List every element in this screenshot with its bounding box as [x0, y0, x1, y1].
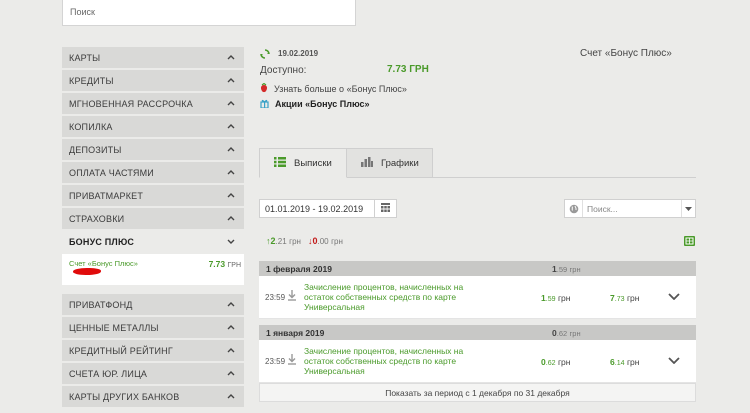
sidebar-item-label: КОПИЛКА: [69, 121, 113, 132]
learn-more-link[interactable]: Узнать больше о «Бонус Плюс»: [260, 82, 407, 95]
calendar-button[interactable]: [375, 199, 397, 218]
sidebar-item-label: ОПЛАТА ЧАСТЯМИ: [69, 167, 154, 178]
chevron-up-icon: [226, 300, 236, 310]
table-row[interactable]: 23:59 Зачисление процентов, начисленных …: [259, 276, 696, 319]
chevron-up-icon: [226, 168, 236, 178]
strawberry-icon: [260, 82, 268, 95]
chevron-up-icon: [226, 392, 236, 402]
chevron-down-icon: [226, 237, 236, 247]
redaction-mark: [73, 268, 101, 275]
tab-charts[interactable]: Графики: [347, 148, 433, 178]
refresh-icon[interactable]: [260, 49, 270, 62]
sidebar-item-label: СЧЕТА ЮР. ЛИЦА: [69, 368, 148, 379]
tx-balance: 6.14 грн: [610, 357, 640, 367]
caret-down-icon[interactable]: [681, 200, 695, 217]
sidebar-item-deposits[interactable]: ДЕПОЗИТЫ: [62, 139, 244, 160]
tx-description: Зачисление процентов, начисленных на ост…: [304, 282, 464, 312]
tabs: Выписки Графики: [259, 148, 696, 178]
available-value: 7.73 ГРН: [387, 64, 429, 75]
sidebar-item-piggybank[interactable]: КОПИЛКА: [62, 116, 244, 137]
chevron-up-icon: [226, 191, 236, 201]
sidebar-item-pay-parts[interactable]: ОПЛАТА ЧАСТЯМИ: [62, 162, 244, 183]
show-period-button[interactable]: Показать за период с 1 декабря по 31 дек…: [259, 383, 696, 402]
chevron-up-icon: [226, 53, 236, 63]
download-arrow-icon: [288, 354, 296, 368]
sidebar-item-credits[interactable]: КРЕДИТЫ: [62, 70, 244, 91]
group-header: 1 февраля 2019 1.59 грн: [259, 261, 696, 276]
sidebar-item-metals[interactable]: ЦЕННЫЕ МЕТАЛЛЫ: [62, 317, 244, 338]
sidebar-item-label: ДЕПОЗИТЫ: [69, 144, 122, 155]
transactions-table: 1 февраля 2019 1.59 грн 23:59 Зачисление…: [259, 261, 696, 402]
promos-link[interactable]: Акции «Бонус Плюс»: [260, 98, 370, 110]
sidebar-item-label: МГНОВЕННАЯ РАССРОЧКА: [69, 98, 193, 109]
chevron-up-icon: [226, 323, 236, 333]
chevron-up-icon: [226, 145, 236, 155]
period-totals: ↑2.21 грн ↓0.00 грн: [266, 236, 343, 246]
sidebar-item-cards[interactable]: КАРТЫ: [62, 47, 244, 68]
tx-time: 23:59: [265, 357, 286, 366]
group-header: 1 января 2019 0.62 грн: [259, 325, 696, 340]
group-date: 1 февраля 2019: [266, 263, 332, 274]
sidebar-item-credit-rating[interactable]: КРЕДИТНЫЙ РЕЙТИНГ: [62, 340, 244, 361]
sidebar-item-label: СТРАХОВКИ: [69, 213, 125, 224]
date-range-input[interactable]: 01.01.2019 - 19.02.2019: [259, 199, 375, 218]
sidebar-item-bonus-plus[interactable]: БОНУС ПЛЮС: [62, 231, 244, 252]
chevron-up-icon: [226, 122, 236, 132]
tx-amount: 1.59 грн: [541, 293, 571, 303]
sidebar-item-privatmarket[interactable]: ПРИВАТМАРКЕТ: [62, 185, 244, 206]
sidebar-item-installment[interactable]: МГНОВЕННАЯ РАССРОЧКА: [62, 93, 244, 114]
chevron-down-icon[interactable]: [668, 356, 680, 367]
bar-chart-icon: [361, 156, 373, 170]
total-expense: ↓0.00 грн: [307, 236, 343, 246]
table-row[interactable]: 23:59 Зачисление процентов, начисленных …: [259, 340, 696, 383]
tx-balance: 7.73 грн: [610, 293, 640, 303]
group-sum: 0.62 грн: [552, 327, 581, 338]
total-income: ↑2.21 грн: [266, 236, 301, 246]
globe-icon: [565, 200, 583, 217]
sidebar-item-label: ЦЕННЫЕ МЕТАЛЛЫ: [69, 322, 159, 333]
chevron-up-icon: [226, 99, 236, 109]
sidebar-item-label: КАРТЫ: [69, 52, 101, 63]
sidebar-item-insurance[interactable]: СТРАХОВКИ: [62, 208, 244, 229]
sidebar-item-privatfond[interactable]: ПРИВАТФОНД: [62, 294, 244, 315]
sidebar-item-label: КРЕДИТЫ: [69, 75, 114, 86]
chevron-up-icon: [226, 76, 236, 86]
tab-statements[interactable]: Выписки: [259, 148, 347, 178]
account-title: Счет «Бонус Плюс»: [580, 48, 672, 59]
chevron-up-icon: [226, 369, 236, 379]
sidebar-item-other-bank-cards[interactable]: КАРТЫ ДРУГИХ БАНКОВ: [62, 386, 244, 407]
group-sum: 1.59 грн: [552, 263, 581, 274]
filter-search-placeholder: Поиск...: [587, 203, 618, 214]
sidebar-item-label: ПРИВАТФОНД: [69, 299, 133, 310]
gift-icon: [260, 98, 269, 110]
calendar-icon: [381, 202, 390, 215]
group-date: 1 января 2019: [266, 327, 325, 338]
available-label: Доступно:: [260, 65, 307, 76]
tx-time: 23:59: [265, 293, 286, 302]
filter-search-input[interactable]: Поиск...: [564, 199, 696, 218]
sub-account-name: Счет «Бонус Плюс»: [69, 259, 138, 268]
excel-export-icon[interactable]: [684, 236, 695, 249]
sidebar-item-label: КРЕДИТНЫЙ РЕЙТИНГ: [69, 345, 173, 356]
chevron-up-icon: [226, 214, 236, 224]
chevron-down-icon[interactable]: [668, 292, 680, 303]
tx-amount: 0.62 грн: [541, 357, 571, 367]
sidebar-item-label: КАРТЫ ДРУГИХ БАНКОВ: [69, 391, 180, 402]
chevron-up-icon: [226, 346, 236, 356]
sidebar-item-label: БОНУС ПЛЮС: [69, 236, 135, 247]
sidebar: КАРТЫ КРЕДИТЫ МГНОВЕННАЯ РАССРОЧКА КОПИЛ…: [62, 47, 244, 409]
sidebar-item-legal-accounts[interactable]: СЧЕТА ЮР. ЛИЦА: [62, 363, 244, 384]
tx-description: Зачисление процентов, начисленных на ост…: [304, 346, 464, 376]
sidebar-item-label: ПРИВАТМАРКЕТ: [69, 190, 144, 201]
account-date: 19.02.2019: [278, 49, 319, 58]
search-input[interactable]: Поиск: [62, 0, 356, 26]
sub-account-amount: 7.73 ГРН: [208, 259, 241, 269]
download-arrow-icon: [288, 290, 296, 304]
list-icon: [274, 156, 286, 170]
